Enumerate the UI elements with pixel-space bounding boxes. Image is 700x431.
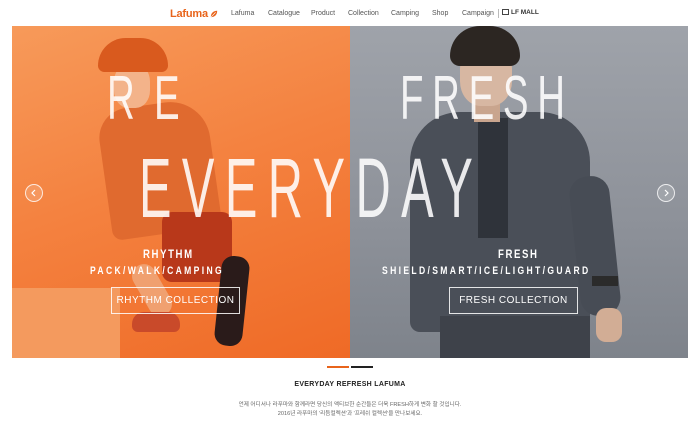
- description-line: 언제 어디서나 라푸마와 함께라면 당신의 액티브한 순간들은 더욱 FRESH…: [238, 402, 462, 408]
- rhythm-title: RHYTHM: [143, 247, 194, 261]
- leaf-icon: [210, 10, 218, 18]
- model-pants: [440, 316, 590, 358]
- fresh-tags: SHIELD/SMART/ICE/LIGHT/GUARD: [382, 265, 591, 277]
- model-hand: [596, 308, 622, 342]
- lf-mall-link[interactable]: LF MALL: [502, 9, 539, 16]
- description-line: 2016년 라푸마의 '리듬컬렉션'과 '프레쉬 컬렉션'을 만나보세요.: [277, 411, 423, 417]
- slide-indicator[interactable]: [351, 366, 373, 368]
- rhythm-collection-button[interactable]: RHYTHM COLLECTION: [111, 287, 240, 314]
- nav-item-collection[interactable]: Collection: [348, 10, 379, 17]
- section-headline: EVERYDAY REFRESH LAFUMA: [294, 381, 406, 388]
- chevron-left-icon: [31, 189, 36, 197]
- model-hair: [450, 26, 520, 66]
- lafuma-logo[interactable]: Lafuma: [170, 8, 218, 20]
- rhythm-tags: PACK/WALK/CAMPING: [90, 265, 225, 277]
- lf-mall-label: LF MALL: [511, 9, 539, 16]
- nav-item-campaign[interactable]: Campaign: [462, 10, 494, 17]
- nav-item-catalogue[interactable]: Catalogue: [268, 10, 300, 17]
- nav-item-product[interactable]: Product: [311, 10, 335, 17]
- fresh-collection-label: FRESH COLLECTION: [459, 295, 568, 306]
- logo-text: Lafuma: [170, 8, 208, 20]
- nav-item-shop[interactable]: Shop: [432, 10, 448, 17]
- slide-indicator-active[interactable]: [327, 366, 349, 368]
- top-nav: Lafuma Lafuma Catalogue Product Collecti…: [0, 0, 700, 26]
- model-watch: [592, 276, 618, 286]
- prev-slide-button[interactable]: [25, 184, 43, 202]
- model-prop-box: [12, 288, 120, 358]
- next-slide-button[interactable]: [657, 184, 675, 202]
- nav-divider: [498, 9, 499, 18]
- nav-item-camping[interactable]: Camping: [391, 10, 419, 17]
- chevron-right-icon: [664, 189, 669, 197]
- nav-item-lafuma[interactable]: Lafuma: [231, 10, 254, 17]
- fresh-title: FRESH: [498, 247, 539, 261]
- headline-everyday: EVERYDAY: [139, 141, 484, 235]
- fresh-collection-button[interactable]: FRESH COLLECTION: [449, 287, 578, 314]
- shopping-bag-icon: [502, 9, 509, 15]
- rhythm-collection-label: RHYTHM COLLECTION: [116, 295, 235, 306]
- model-shoe: [132, 312, 180, 332]
- headline-re: RE: [107, 64, 199, 133]
- headline-fresh: FRESH: [400, 64, 574, 133]
